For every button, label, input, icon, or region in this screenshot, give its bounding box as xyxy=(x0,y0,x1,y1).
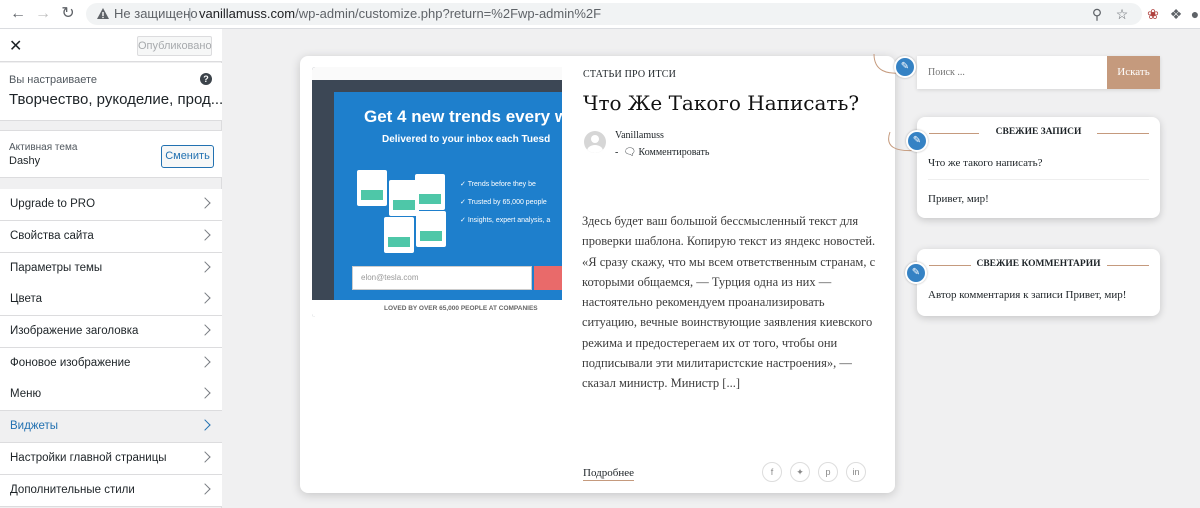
menu-item-homepage-settings[interactable]: Настройки главной страницы xyxy=(0,443,222,475)
publish-button[interactable]: Опубликовано xyxy=(137,36,212,56)
menu-item-label: Настройки главной страницы xyxy=(10,452,167,464)
divider xyxy=(928,179,1149,180)
active-theme-section: Активная тема Dashy Сменить xyxy=(0,130,222,178)
menu-item-theme-options[interactable]: Параметры темы xyxy=(0,253,222,285)
post-meta: - 🗨 Комментировать xyxy=(615,147,709,158)
recent-comments-widget: СВЕЖИЕ КОММЕНТАРИИ Автор комментария к з… xyxy=(917,249,1160,316)
report-thumbnail xyxy=(357,170,387,206)
browser-toolbar: ← → ↻ Не защищено | vanillamuss.com/wp-a… xyxy=(0,0,1200,29)
security-status: Не защищено xyxy=(114,6,198,21)
banner-subline: Delivered to your inbox each Tuesd xyxy=(382,134,551,145)
recent-posts-title: СВЕЖИЕ ЗАПИСИ xyxy=(995,127,1082,137)
linkedin-icon[interactable]: in xyxy=(846,462,866,482)
avatar xyxy=(584,131,606,153)
forward-icon[interactable]: → xyxy=(34,5,52,23)
chevron-right-icon xyxy=(199,324,211,336)
chevron-right-icon xyxy=(199,356,211,368)
banner-footer: LOVED BY OVER 65,000 PEOPLE AT COMPANIES xyxy=(312,300,562,317)
menu-item-colors[interactable]: Цвета xyxy=(0,284,222,316)
customizing-label: Вы настраиваете xyxy=(9,74,98,86)
menu-item-label: Дополнительные стили xyxy=(10,484,135,496)
edit-pencil-icon[interactable]: ✎ xyxy=(906,130,928,152)
site-title: Творчество, рукоделие, прод... xyxy=(9,91,224,108)
chevron-right-icon xyxy=(199,292,211,304)
url-host: vanillamuss.com xyxy=(199,6,296,21)
theme-name: Dashy xyxy=(9,155,41,167)
post-featured-image[interactable]: Get 4 new trends every w Delivered to yo… xyxy=(312,67,562,317)
bookmark-star-icon[interactable]: ☆ xyxy=(1114,6,1130,22)
change-theme-button[interactable]: Сменить xyxy=(161,145,214,168)
comment-icon: 🗨 xyxy=(623,147,637,158)
meta-dash: - xyxy=(615,147,619,158)
customizer-header: ✕ Опубликовано xyxy=(0,29,222,62)
banner-headline: Get 4 new trends every w xyxy=(364,107,562,126)
post-author[interactable]: Vanillamuss xyxy=(615,130,664,141)
customizer-panel: ✕ Опубликовано Вы настраиваете Творчеств… xyxy=(0,29,224,508)
recent-post-link[interactable]: Что же такого написать? xyxy=(928,157,1042,169)
back-icon[interactable]: ← xyxy=(9,5,27,23)
report-thumbnail xyxy=(415,174,445,210)
profile-icon[interactable]: ● xyxy=(1187,6,1200,22)
chevron-right-icon xyxy=(199,229,211,241)
url-separator: | xyxy=(188,5,192,21)
chevron-right-icon xyxy=(199,197,211,209)
menu-item-widgets[interactable]: Виджеты xyxy=(0,411,222,443)
facebook-icon[interactable]: f xyxy=(762,462,782,482)
menu-item-additional-css[interactable]: Дополнительные стили xyxy=(0,475,222,507)
search-widget: Поиск ... Искать xyxy=(917,56,1160,89)
menu-item-label: Свойства сайта xyxy=(10,230,94,242)
banner-check-item: ✓ Trends before they be xyxy=(460,181,536,188)
menu-item-label: Upgrade to PRO xyxy=(10,198,96,210)
search-input[interactable]: Поиск ... xyxy=(928,67,965,78)
banner-email-input: elon@tesla.com xyxy=(352,266,532,290)
banner-submit-button xyxy=(534,266,562,290)
post-title[interactable]: Что Же Такого Написать? xyxy=(583,91,859,115)
reload-icon[interactable]: ↻ xyxy=(59,5,77,23)
menu-item-upgrade-pro[interactable]: Upgrade to PRO xyxy=(0,189,222,221)
banner-check-item: ✓ Trusted by 65,000 people xyxy=(460,199,547,206)
read-more-link[interactable]: Подробнее xyxy=(583,467,634,481)
puzzle-icon[interactable]: ❖ xyxy=(1168,6,1184,22)
menu-item-label: Цвета xyxy=(10,293,43,305)
zoom-icon[interactable]: ⚲ xyxy=(1089,6,1105,22)
edit-pencil-icon[interactable]: ✎ xyxy=(905,262,927,284)
menu-item-label: Фоновое изображение xyxy=(10,357,131,369)
report-thumbnail xyxy=(416,211,446,247)
menu-item-label: Изображение заголовка xyxy=(10,325,139,337)
edit-pencil-icon[interactable]: ✎ xyxy=(894,56,916,78)
twitter-icon[interactable]: ✦ xyxy=(790,462,810,482)
menu-item-header-image[interactable]: Изображение заголовка xyxy=(0,316,222,348)
menu-item-label: Меню xyxy=(10,388,42,400)
warning-icon xyxy=(97,8,109,19)
banner-check-item: ✓ Insights, expert analysis, a xyxy=(460,217,551,224)
chevron-right-icon xyxy=(199,483,211,495)
active-theme-label: Активная тема xyxy=(9,142,78,153)
post-category[interactable]: СТАТЬИ ПРО ИТСИ xyxy=(583,69,676,80)
report-thumbnail xyxy=(384,217,414,253)
recent-comments-title: СВЕЖИЕ КОММЕНТАРИИ xyxy=(976,259,1101,269)
recent-post-link[interactable]: Привет, мир! xyxy=(928,193,989,205)
search-button[interactable]: Искать xyxy=(1107,56,1160,89)
customizing-info: Вы настраиваете Творчество, рукоделие, п… xyxy=(0,63,224,121)
recent-posts-widget: СВЕЖИЕ ЗАПИСИ Что же такого написать? Пр… xyxy=(917,117,1160,218)
post-excerpt: Здесь будет ваш большой бессмысленный те… xyxy=(582,214,876,391)
menu-item-label: Параметры темы xyxy=(10,262,103,274)
url-text[interactable]: vanillamuss.com/wp-admin/customize.php?r… xyxy=(199,6,601,21)
recent-comment-link[interactable]: Автор комментария к записи Привет, мир! xyxy=(928,289,1126,301)
chevron-right-icon xyxy=(199,261,211,273)
menu-item-menus[interactable]: Меню xyxy=(0,379,222,411)
chevron-right-icon xyxy=(199,387,211,399)
chevron-right-icon xyxy=(199,451,211,463)
menu-item-background-image[interactable]: Фоновое изображение xyxy=(0,348,222,380)
menu-item-site-identity[interactable]: Свойства сайта xyxy=(0,221,222,253)
comment-link[interactable]: Комментировать xyxy=(639,147,710,158)
url-path: /wp-admin/customize.php?return=%2Fwp-adm… xyxy=(295,6,602,21)
image-top-strip xyxy=(312,67,562,80)
close-icon[interactable]: ✕ xyxy=(9,36,22,56)
help-icon[interactable]: ? xyxy=(200,73,212,85)
chevron-right-icon xyxy=(199,419,211,431)
extension-icon[interactable]: ❀ xyxy=(1145,6,1161,22)
pinterest-icon[interactable]: p xyxy=(818,462,838,482)
menu-item-label: Виджеты xyxy=(10,420,59,432)
